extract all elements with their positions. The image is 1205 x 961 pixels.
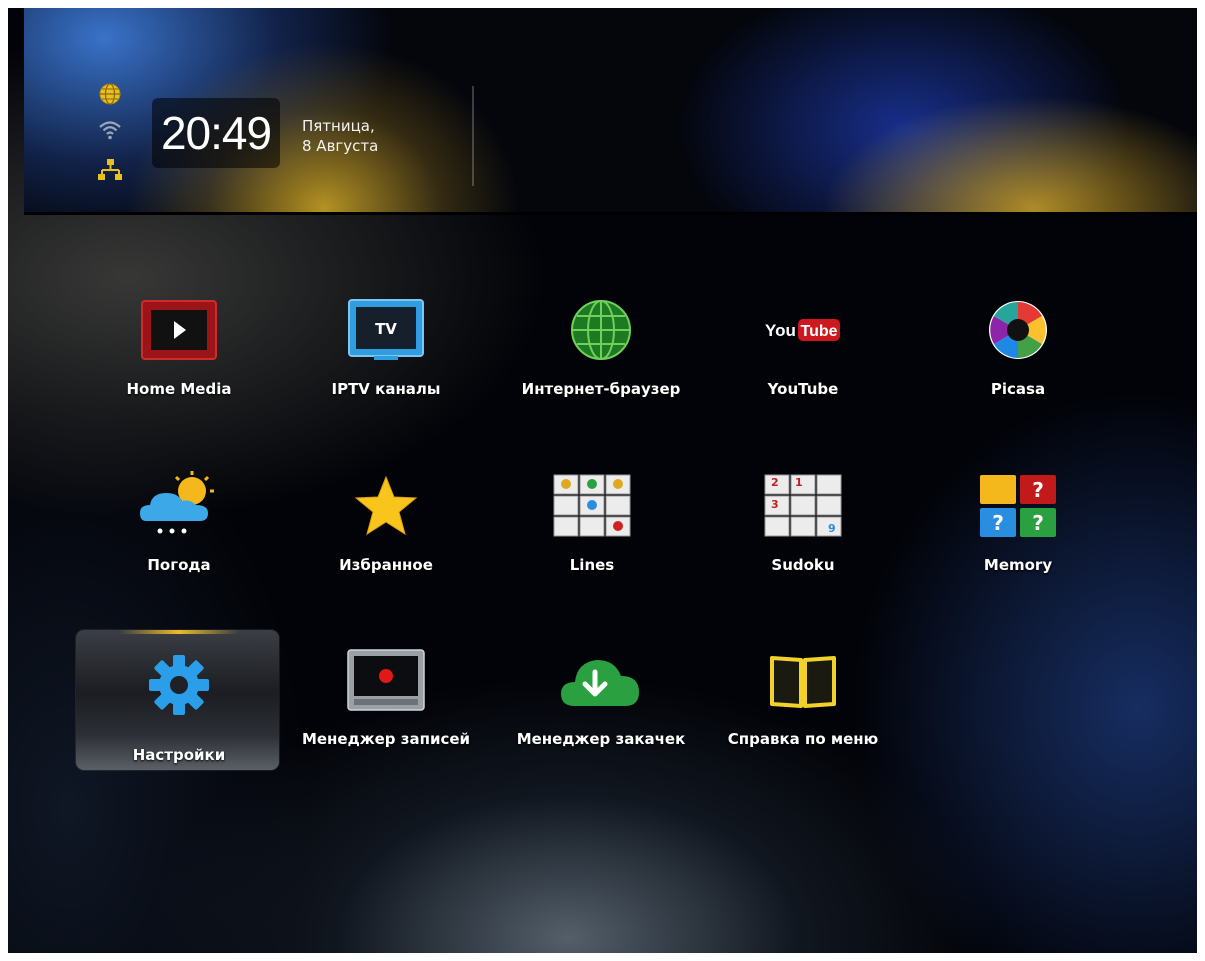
sudoku-digit: 3 [771, 498, 779, 511]
sudoku-icon: 2 1 3 9 [753, 466, 853, 546]
menu-item-label: Sudoku [771, 556, 835, 574]
menu-item-label: Picasa [990, 380, 1046, 398]
sudoku-digit: 2 [771, 476, 779, 489]
menu-item-youtube[interactable]: You Tube YouTube [703, 290, 903, 430]
globe-icon [551, 290, 651, 370]
clock: 20:49 [152, 98, 280, 168]
network-icon [98, 158, 122, 182]
svg-text:?: ? [992, 511, 1004, 535]
menu-item-label: Избранное [339, 556, 433, 574]
sudoku-digit: 9 [828, 522, 836, 535]
menu-item-sudoku[interactable]: 2 1 3 9 Sudoku [703, 466, 903, 606]
youtube-logo-you: You [765, 321, 796, 340]
menu-item-label: Memory [983, 556, 1053, 574]
clock-time: 20:49 [160, 107, 272, 159]
menu-item-help[interactable]: Справка по меню [703, 640, 903, 780]
header-divider [472, 86, 474, 186]
menu-item-label: Настройки [132, 746, 226, 764]
menu-item-home-media[interactable]: Home Media [79, 290, 279, 430]
record-icon [336, 640, 436, 720]
selection-glow [119, 630, 239, 634]
svg-text:?: ? [1032, 478, 1044, 502]
date-display: Пятница, 8 Августа [302, 116, 378, 156]
lines-game-icon [542, 466, 642, 546]
menu-item-label: Погода [147, 556, 211, 574]
menu-item-iptv[interactable]: TV IPTV каналы [286, 290, 486, 430]
menu-item-downloads[interactable]: Менеджер закачек [501, 640, 701, 780]
svg-text:?: ? [1032, 511, 1044, 535]
picasa-icon [968, 290, 1068, 370]
gear-icon [129, 645, 229, 725]
menu-item-settings[interactable]: Настройки [76, 630, 279, 803]
wifi-icon [98, 118, 122, 142]
tv-icon: TV [336, 290, 436, 370]
menu-item-picasa[interactable]: Picasa [918, 290, 1118, 430]
menu-item-browser[interactable]: Интернет-браузер [501, 290, 701, 430]
weather-icon [129, 466, 229, 546]
tv-icon-text: TV [375, 320, 397, 338]
sudoku-digit: 1 [795, 476, 803, 489]
youtube-icon: You Tube [753, 290, 853, 370]
date-label: 8 Августа [302, 137, 379, 155]
globe-icon [98, 82, 122, 106]
status-header: 20:49 Пятница, 8 Августа [24, 8, 1197, 215]
menu-item-favorites[interactable]: Избранное [286, 466, 486, 606]
menu-item-memory[interactable]: ??? Memory [918, 466, 1118, 606]
menu-item-recordings[interactable]: Менеджер записей [286, 640, 486, 780]
menu-item-label: Home Media [126, 380, 232, 398]
download-icon [551, 640, 651, 720]
youtube-logo-tube: Tube [800, 323, 837, 340]
book-icon [753, 640, 853, 720]
menu-item-label: YouTube [767, 380, 839, 398]
home-media-icon [129, 290, 229, 370]
menu-item-label: IPTV каналы [331, 380, 441, 398]
menu-item-weather[interactable]: Погода [79, 466, 279, 606]
menu-item-label: Менеджер записей [301, 730, 471, 748]
tv-home-screen: 20:49 Пятница, 8 Августа Home Media TV I… [8, 8, 1197, 953]
star-icon [336, 466, 436, 546]
memory-game-icon: ??? [968, 466, 1068, 546]
menu-item-label: Lines [569, 556, 615, 574]
menu-item-lines[interactable]: Lines [492, 466, 692, 606]
menu-item-label: Справка по меню [727, 730, 879, 748]
weekday-label: Пятница, [302, 117, 375, 135]
